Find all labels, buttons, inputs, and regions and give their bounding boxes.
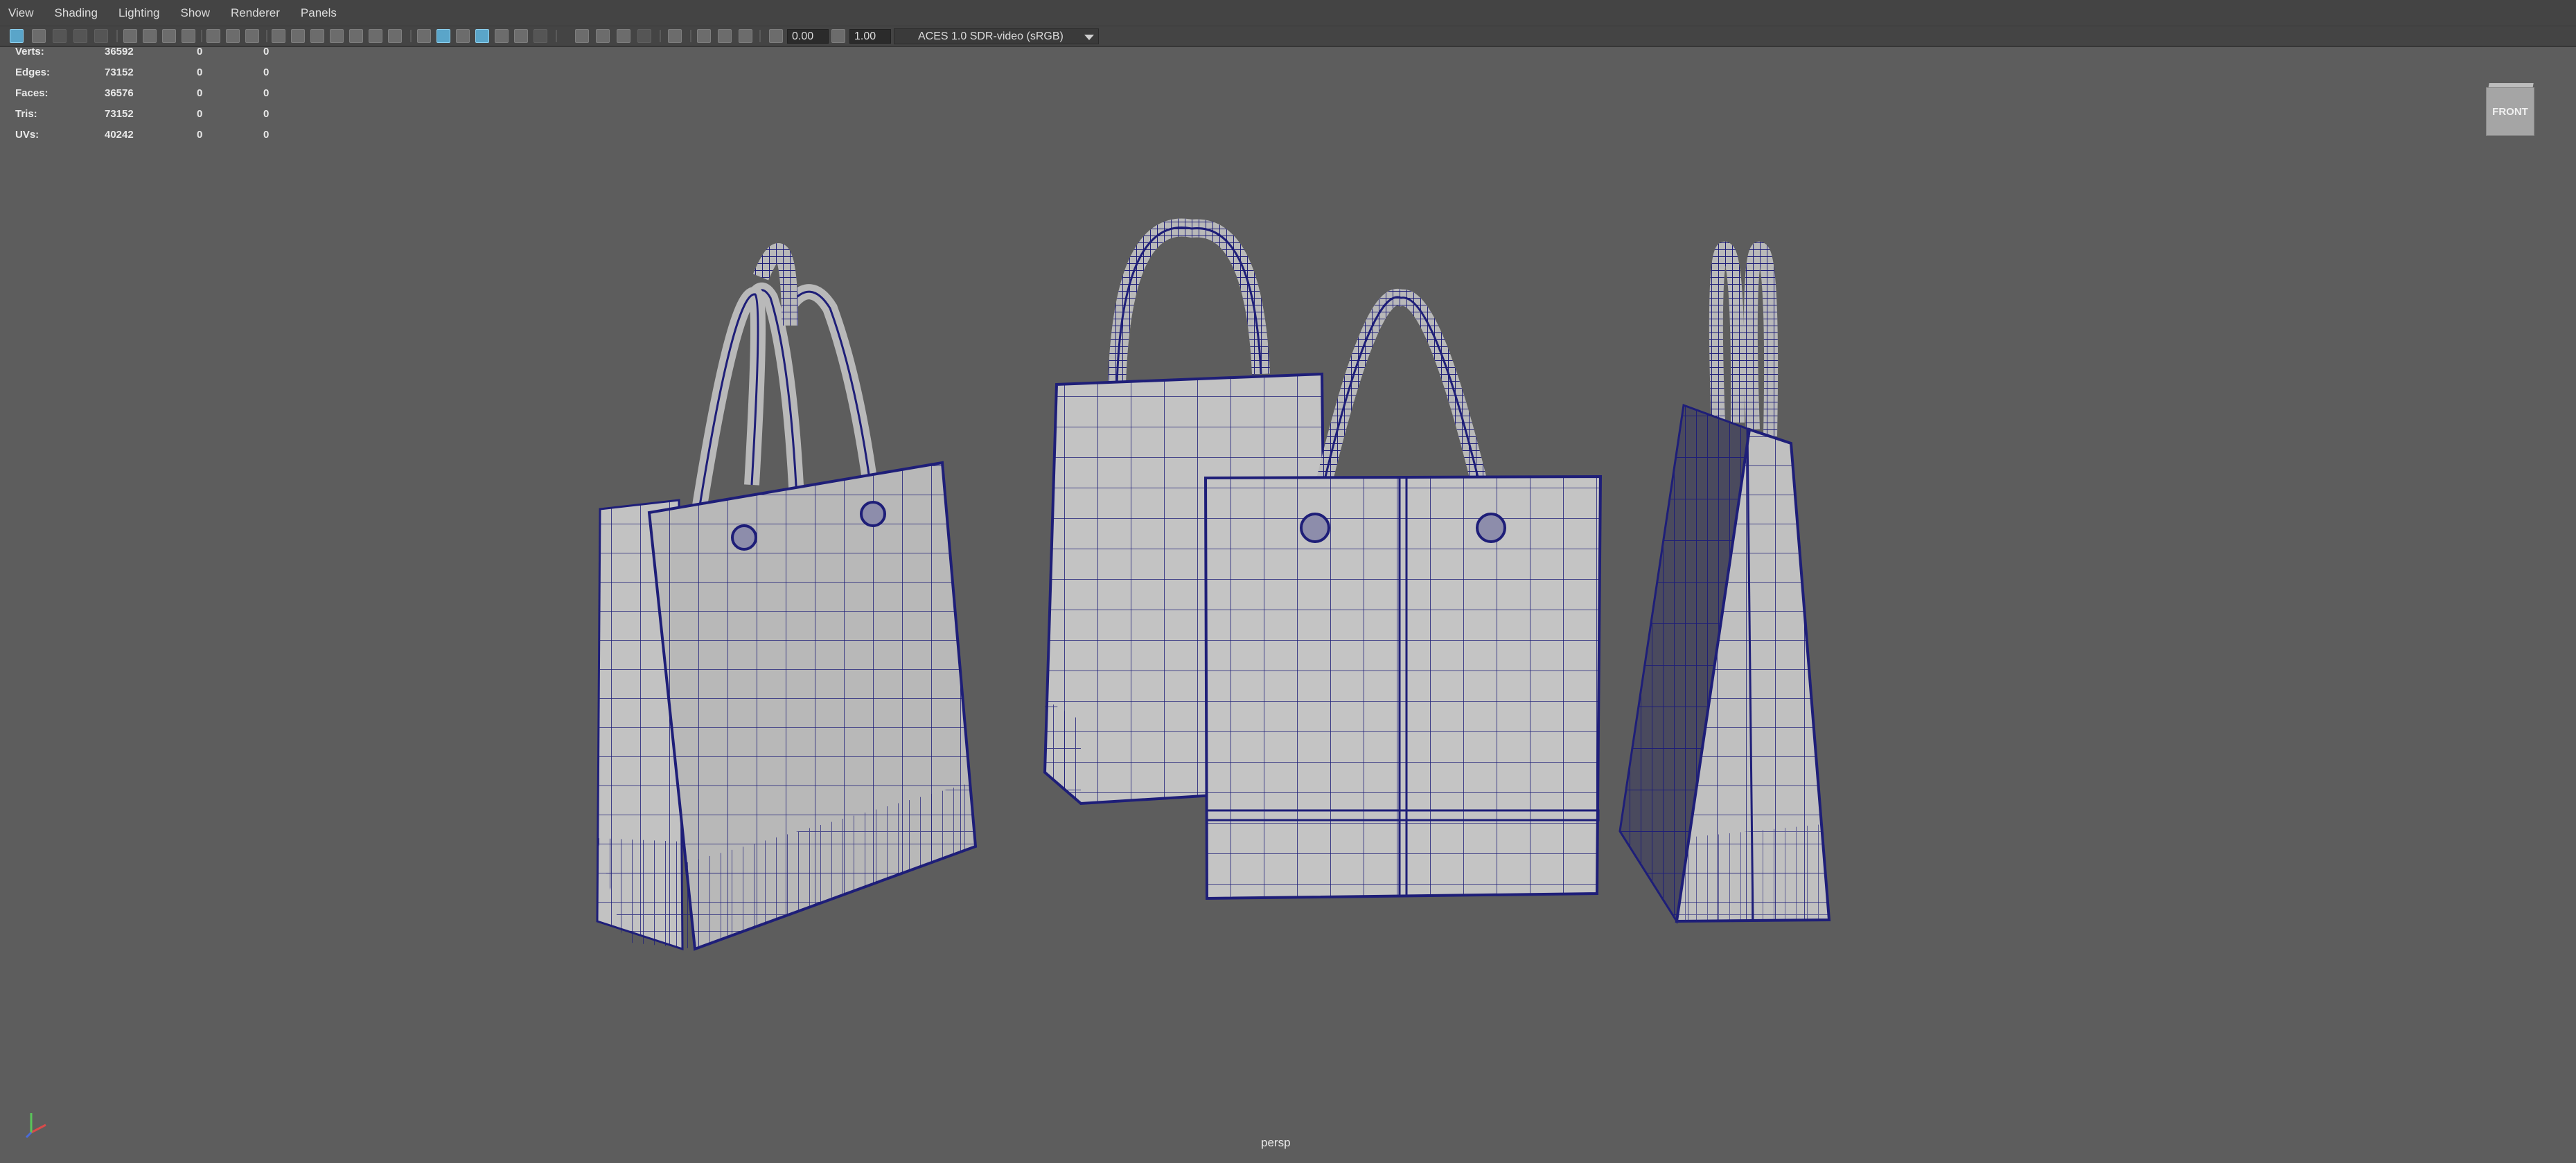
camera-name-label: persp <box>1261 1136 1291 1149</box>
view-cube[interactable]: FRONT <box>2486 83 2534 136</box>
shopping-bag-left[interactable] <box>596 243 978 951</box>
axis-gizmo-icon <box>25 1113 46 1139</box>
viewport-canvas[interactable] <box>0 0 2576 1163</box>
view-cube-front-face[interactable]: FRONT <box>2486 87 2534 136</box>
maya-viewport-panel: View Shading Lighting Show Renderer Pane… <box>0 0 2576 1163</box>
shopping-bag-right[interactable] <box>1618 241 1831 925</box>
